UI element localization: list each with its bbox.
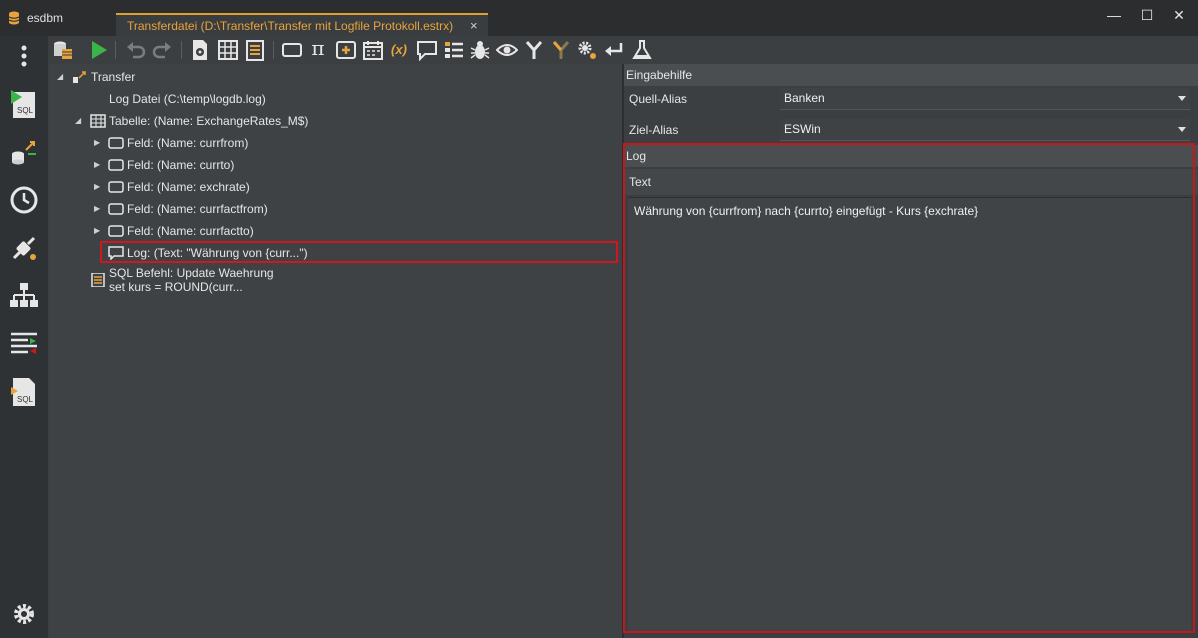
calendar-icon[interactable]	[362, 39, 384, 61]
redo-icon[interactable]	[151, 39, 173, 61]
ziel-alias-label: Ziel-Alias	[629, 123, 679, 137]
quell-alias-value: Banken	[784, 91, 825, 105]
chevron-down-icon	[1178, 127, 1186, 132]
variable-icon[interactable]: (x)	[388, 40, 410, 62]
tab-close-icon[interactable]: ×	[470, 18, 478, 33]
ziel-alias-select[interactable]: ESWin	[780, 119, 1190, 141]
field-icon	[108, 225, 124, 237]
sql-run-icon[interactable]: SQL	[8, 88, 40, 120]
transfer-root-icon	[73, 71, 86, 83]
tree-node-sql-line2[interactable]: set kurs = ROUND(curr...	[109, 279, 243, 295]
expand-arrow-icon[interactable]: ▶	[94, 155, 104, 175]
expand-arrow-icon[interactable]: ▶	[94, 221, 104, 241]
field-box-icon[interactable]	[281, 39, 303, 61]
field-icon	[108, 159, 124, 171]
tree-node-field[interactable]: Feld: (Name: currfrom)	[127, 133, 248, 153]
minimize-button[interactable]: —	[1103, 6, 1125, 24]
db-transfer-icon[interactable]	[8, 136, 40, 168]
database-logo-icon	[8, 11, 20, 25]
toolbar: π (x)	[49, 36, 1198, 64]
svg-text:SQL: SQL	[17, 395, 34, 404]
tab-transferdatei[interactable]: Transferdatei (D:\Transfer\Transfer mit …	[116, 13, 488, 36]
quell-alias-label: Quell-Alias	[629, 92, 688, 106]
quell-alias-select[interactable]: Banken	[780, 88, 1190, 110]
list-items-icon[interactable]	[443, 39, 465, 61]
plugin-connection-icon[interactable]	[8, 232, 40, 264]
expand-arrow-icon[interactable]: ▶	[94, 199, 104, 219]
return-icon[interactable]	[603, 39, 625, 61]
table-icon	[90, 114, 106, 128]
bug-icon[interactable]	[469, 39, 491, 61]
database-table-icon[interactable]	[52, 39, 74, 61]
collapse-arrow-icon[interactable]: ◢	[57, 67, 67, 87]
undo-icon[interactable]	[125, 39, 147, 61]
sql-file-icon[interactable]: SQL	[8, 376, 40, 408]
add-field-icon[interactable]	[335, 39, 357, 61]
tree-node-field[interactable]: Feld: (Name: exchrate)	[127, 177, 250, 197]
selected-node-highlight	[100, 241, 618, 263]
transfer-tree: ◢ Transfer Log Datei (C:\temp\logdb.log)…	[49, 64, 622, 638]
maximize-button[interactable]: ☐	[1136, 6, 1158, 24]
tree-node-transfer[interactable]: Transfer	[91, 67, 135, 87]
sidebar: SQL SQL	[0, 36, 48, 638]
log-section-highlight	[623, 143, 1195, 633]
run-icon[interactable]	[88, 39, 110, 61]
file-gear-icon[interactable]	[189, 39, 211, 61]
flask-icon[interactable]	[631, 39, 653, 61]
hierarchy-icon[interactable]	[8, 280, 40, 312]
tab-title: Transferdatei (D:\Transfer\Transfer mit …	[127, 19, 454, 33]
tree-node-logfile[interactable]: Log Datei (C:\temp\logdb.log)	[109, 89, 266, 109]
title-bar: esdbm Transferdatei (D:\Transfer\Transfe…	[0, 0, 1198, 36]
field-icon	[108, 181, 124, 193]
tree-node-field[interactable]: Feld: (Name: currfactfrom)	[127, 199, 268, 219]
toolbar-separator	[273, 41, 274, 59]
eye-icon[interactable]	[496, 39, 518, 61]
comment-icon[interactable]	[416, 39, 438, 61]
sql-command-icon	[91, 273, 105, 287]
section-eingabehilfe: Eingabehilfe	[624, 64, 1198, 86]
history-clock-icon[interactable]	[8, 184, 40, 216]
list-note-icon[interactable]	[244, 39, 266, 61]
settings-gear-icon[interactable]	[8, 598, 40, 630]
more-menu-icon[interactable]	[8, 40, 40, 72]
merge-branch-icon[interactable]	[523, 39, 545, 61]
tree-node-field[interactable]: Feld: (Name: currto)	[127, 155, 234, 175]
svg-text:SQL: SQL	[17, 106, 34, 115]
toolbar-separator	[115, 41, 116, 59]
toolbar-separator	[181, 41, 182, 59]
ziel-alias-value: ESWin	[784, 122, 821, 136]
tree-node-field[interactable]: Feld: (Name: currfactto)	[127, 221, 254, 241]
pi-icon[interactable]: π	[307, 37, 329, 59]
split-branch-icon[interactable]	[550, 39, 572, 61]
compare-lists-icon[interactable]	[8, 328, 40, 360]
tree-node-table[interactable]: Tabelle: (Name: ExchangeRates_M$)	[109, 111, 308, 131]
chevron-down-icon	[1178, 96, 1186, 101]
expand-arrow-icon[interactable]: ▶	[94, 133, 104, 153]
app-title: esdbm	[27, 11, 64, 25]
collapse-arrow-icon[interactable]: ◢	[75, 111, 85, 131]
table-grid-icon[interactable]	[217, 39, 239, 61]
field-icon	[108, 137, 124, 149]
close-window-button[interactable]: ✕	[1168, 6, 1190, 24]
expand-arrow-icon[interactable]: ▶	[94, 177, 104, 197]
field-icon	[108, 203, 124, 215]
settings-gears-icon[interactable]	[577, 39, 599, 61]
